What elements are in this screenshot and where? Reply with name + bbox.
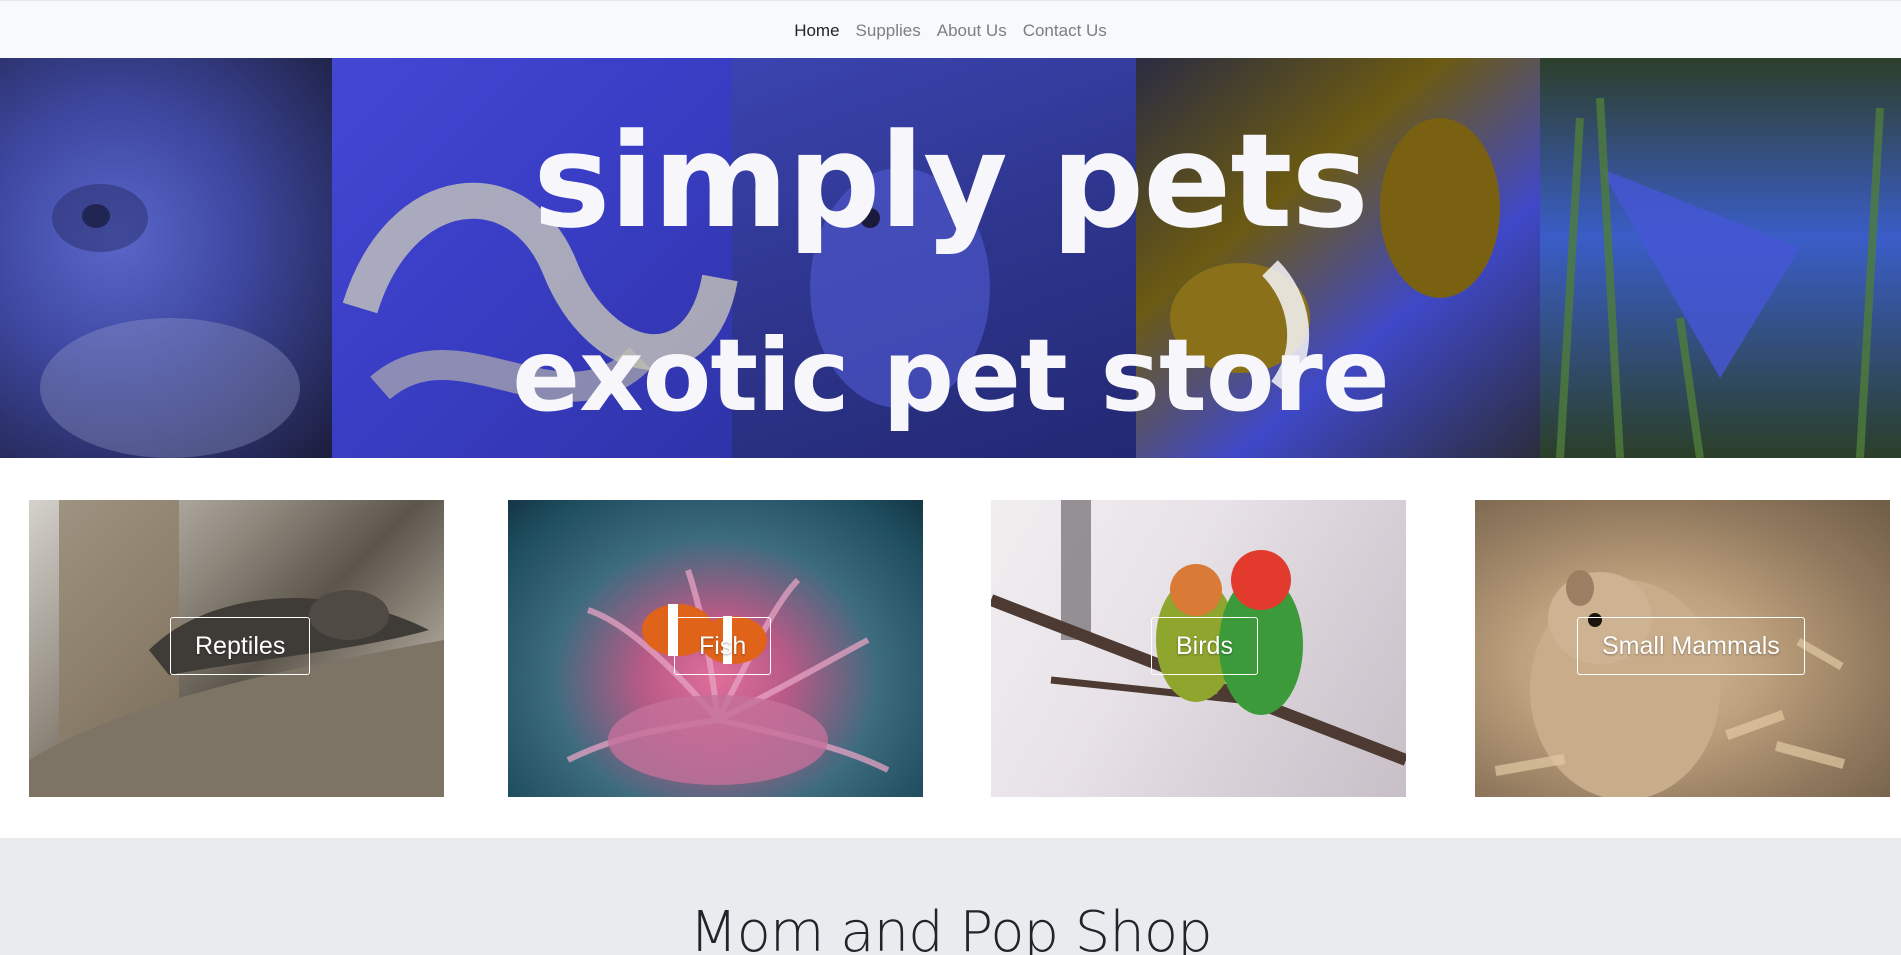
page: Home Supplies About Us Contact Us simply… (0, 0, 1901, 955)
small-mammals-button[interactable]: Small Mammals (1577, 617, 1805, 675)
hero-title-line2: exotic pet store (512, 317, 1389, 434)
category-card-birds[interactable]: Birds (991, 500, 1406, 797)
birds-button[interactable]: Birds (1151, 617, 1258, 675)
hero-title-line1: simply pets (533, 105, 1369, 257)
shop-intro-section: Mom and Pop Shop (0, 838, 1901, 955)
category-card-reptiles[interactable]: Reptiles (29, 500, 444, 797)
nav-supplies-link[interactable]: Supplies (856, 21, 921, 41)
nav-home-link[interactable]: Home (794, 21, 839, 41)
nav-about-link[interactable]: About Us (937, 21, 1007, 41)
category-card-fish[interactable]: Fish (508, 500, 923, 797)
hero-banner: simply pets exotic pet store (0, 58, 1901, 458)
fish-button[interactable]: Fish (674, 617, 772, 675)
nav-links: Home Supplies About Us Contact Us (0, 21, 1901, 41)
reptiles-button[interactable]: Reptiles (170, 617, 311, 675)
section-heading: Mom and Pop Shop (689, 900, 1212, 955)
top-navbar: Home Supplies About Us Contact Us (0, 0, 1901, 58)
category-cards: Reptiles Fish Birds Small Mammals (0, 458, 1901, 838)
category-card-small-mammals[interactable]: Small Mammals (1475, 500, 1890, 797)
nav-contact-link[interactable]: Contact Us (1023, 21, 1107, 41)
